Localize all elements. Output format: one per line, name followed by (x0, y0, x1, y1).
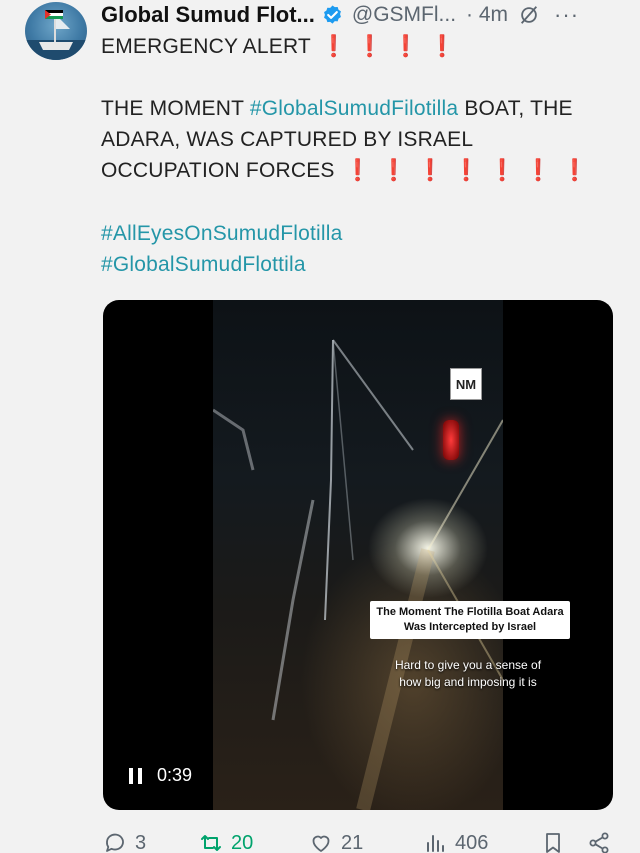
grok-icon[interactable] (518, 4, 540, 26)
reply-count: 3 (135, 831, 147, 853)
pause-icon[interactable] (129, 768, 143, 784)
views-icon (427, 835, 444, 852)
like-count: 21 (341, 831, 364, 853)
video-frame: NM The Moment The Flotilla Boat Adara Wa… (213, 300, 570, 810)
verified-badge-icon (323, 4, 341, 24)
bookmark-button[interactable] (541, 831, 587, 853)
alert-text: EMERGENCY ALERT (101, 35, 311, 58)
repost-button[interactable]: 20 (199, 831, 309, 853)
post-line-3: ADARA, WAS CAPTURED BY ISRAEL (101, 128, 474, 151)
video-duration: 0:39 (157, 765, 193, 785)
share-button[interactable] (587, 831, 619, 853)
alert-emoji: ❗❗❗❗ (320, 35, 466, 58)
hashtag-alleyesonsumudflotilla[interactable]: #AllEyesOnSumudFlotilla (101, 222, 343, 246)
share-icon (589, 832, 609, 853)
post-line-4: OCCUPATION FORCES ❗❗❗❗❗❗❗ (101, 159, 598, 183)
reply-icon (106, 833, 124, 852)
post-line-2: THE MOMENT #GlobalSumudFilotilla BOAT, T… (101, 97, 573, 121)
subtitle-line-2: how big and imposing it is (399, 674, 537, 689)
line4-text: OCCUPATION FORCES (101, 159, 335, 182)
hashtag-globalsumudflottila[interactable]: #GlobalSumudFlottila (101, 253, 306, 277)
publisher-logo: NM (450, 368, 482, 400)
repost-icon (201, 835, 221, 851)
line2-suffix: BOAT, THE (458, 97, 573, 120)
reply-button[interactable]: 3 (103, 831, 199, 853)
post-time[interactable]: · 4m (466, 3, 508, 27)
post-actions: 3 20 21 406 (103, 828, 623, 853)
views-count: 406 (455, 831, 489, 853)
heart-icon (312, 835, 330, 852)
views-button[interactable]: 406 (423, 831, 541, 853)
alert-emoji-row: ❗❗❗❗❗❗❗ (344, 159, 598, 182)
bookmark-icon (546, 833, 560, 853)
author-handle[interactable]: @GSMFl... (352, 3, 456, 27)
video-caption: The Moment The Flotilla Boat Adara Was I… (370, 601, 570, 639)
red-light (443, 420, 459, 460)
more-options-icon[interactable]: ··· (554, 4, 579, 26)
line2-prefix: THE MOMENT (101, 97, 250, 120)
repost-count: 20 (231, 831, 254, 853)
video-subtitle: Hard to give you a sense of how big and … (363, 657, 573, 691)
like-button[interactable]: 21 (309, 831, 423, 853)
video-player[interactable]: NM The Moment The Flotilla Boat Adara Wa… (103, 300, 613, 810)
post-header: Global Sumud Flot... @GSMFl... · 4m ··· (101, 0, 620, 30)
post-line-1: EMERGENCY ALERT ❗❗❗❗ (101, 35, 465, 59)
author-display-name[interactable]: Global Sumud Flot... (101, 2, 315, 28)
avatar[interactable] (25, 2, 87, 60)
hashtag-globalsumudfilotilla[interactable]: #GlobalSumudFilotilla (250, 97, 458, 120)
subtitle-line-1: Hard to give you a sense of (394, 658, 542, 672)
